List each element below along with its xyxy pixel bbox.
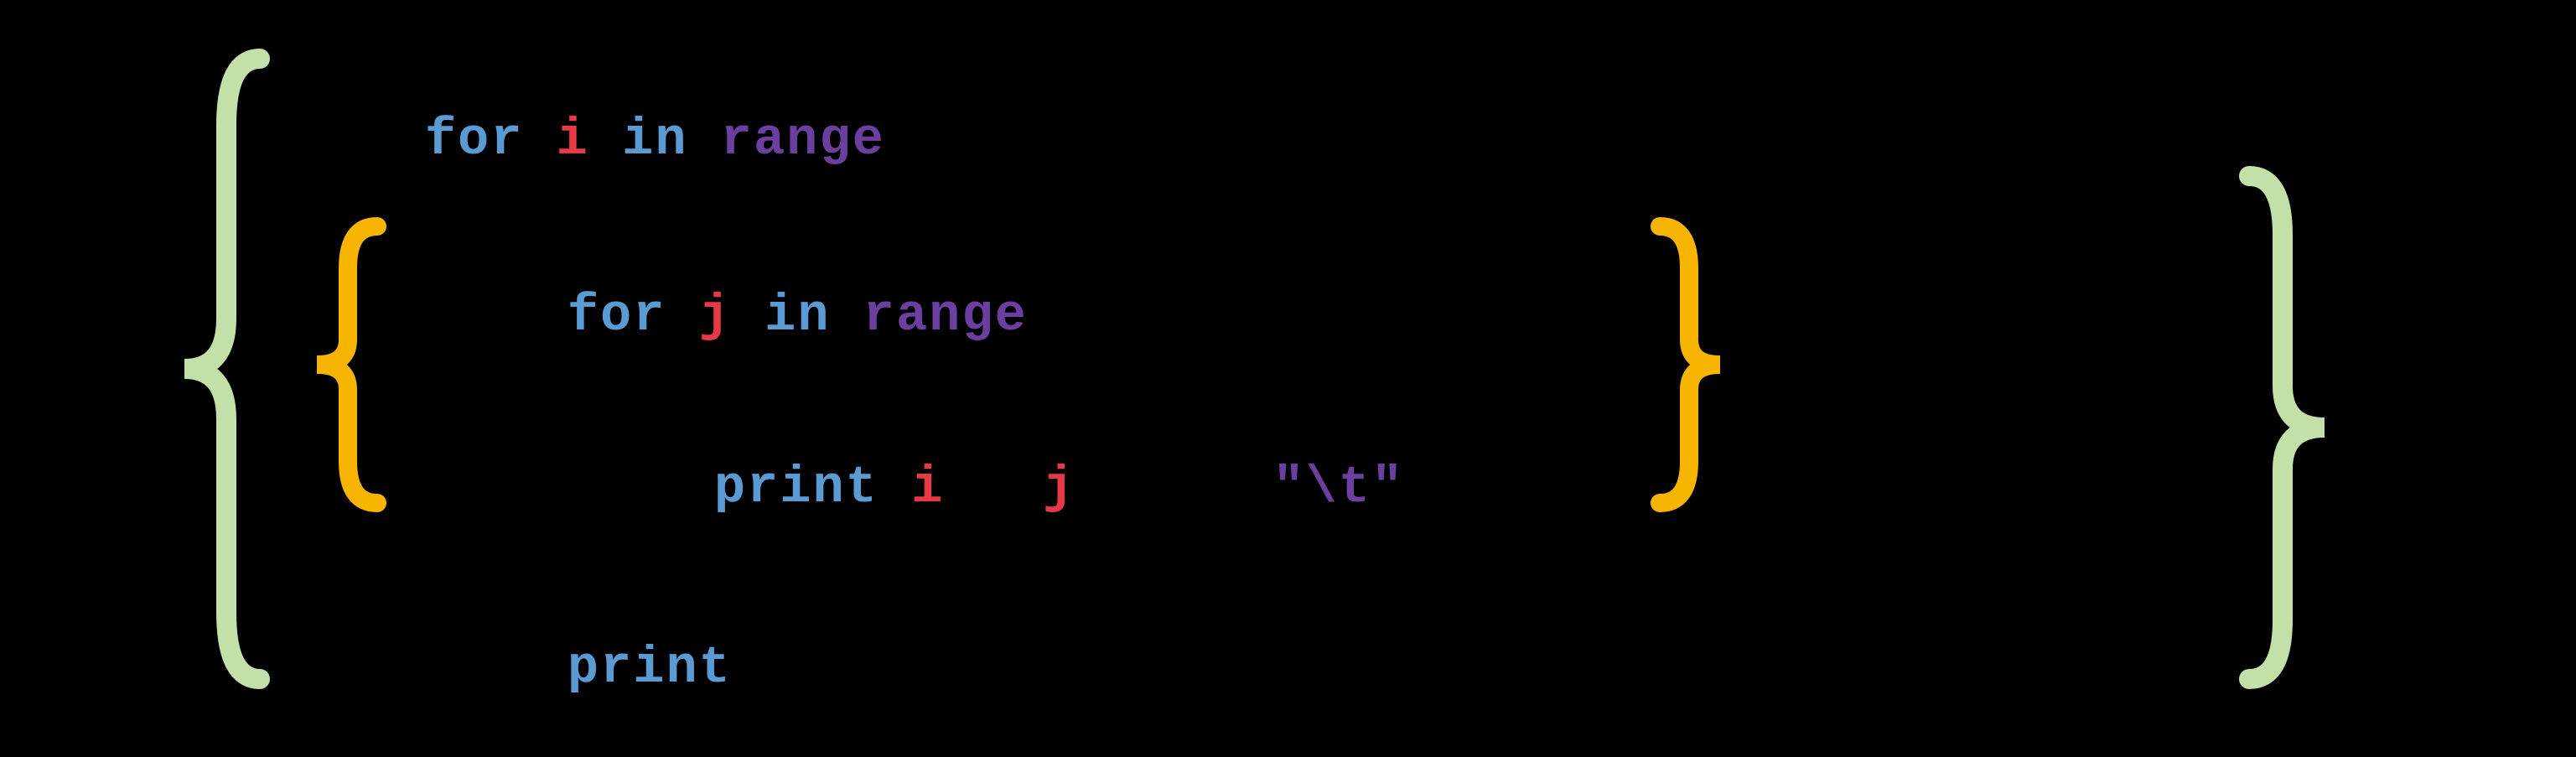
keyword-range: range <box>721 110 885 169</box>
inner-brace-left-icon <box>302 210 394 520</box>
keyword-print: print <box>568 638 732 697</box>
keyword-in: in <box>622 110 687 169</box>
outer-brace-left-icon <box>168 42 277 696</box>
keyword-range: range <box>863 286 1028 345</box>
outer-brace-right-icon <box>2232 159 2341 696</box>
keyword-in: in <box>765 286 830 345</box>
variable-i: i <box>557 110 589 169</box>
code-line-3: print i j "\t" <box>583 398 1404 577</box>
inner-brace-right-icon <box>1643 210 1735 520</box>
code-line-2: for j in range <box>436 226 1028 405</box>
variable-j: j <box>699 286 732 345</box>
variable-j: j <box>1043 458 1075 517</box>
variable-i: i <box>911 458 944 517</box>
code-line-1: for i in range <box>293 50 885 229</box>
keyword-print: print <box>714 458 879 517</box>
string-literal: "\t" <box>1272 458 1404 517</box>
keyword-for: for <box>425 110 524 169</box>
code-line-4: print <box>436 578 732 757</box>
keyword-for: for <box>568 286 666 345</box>
code-diagram: for i in range for j in range print i j … <box>0 0 2576 752</box>
